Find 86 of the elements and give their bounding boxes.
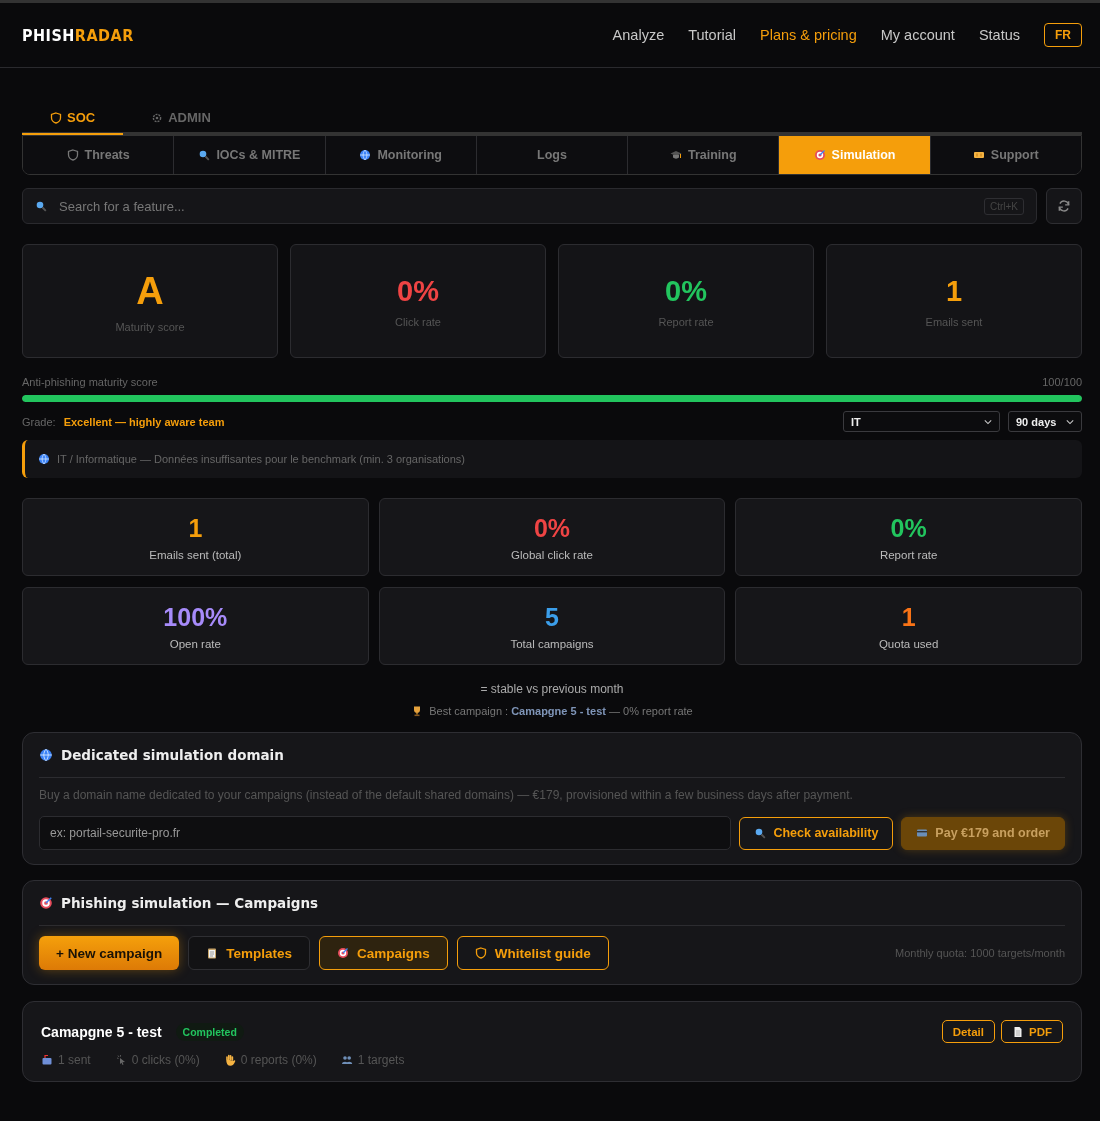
filter-dropdown[interactable]: IT xyxy=(843,411,1000,432)
panel-title: Dedicated simulation domain xyxy=(61,747,284,763)
shield-icon xyxy=(66,149,79,161)
search-icon xyxy=(198,149,211,161)
score-label: Report rate xyxy=(658,315,714,328)
refresh-icon xyxy=(1057,199,1071,213)
globe-icon xyxy=(38,453,50,465)
campaign-card-button[interactable]: PDF xyxy=(1001,1020,1063,1043)
campaign-action-button[interactable]: + New campaign xyxy=(39,936,180,970)
refresh-button[interactable] xyxy=(1046,188,1082,224)
grade-label: Grade: xyxy=(22,415,56,428)
stat-value: 1 xyxy=(188,513,203,543)
domain-input[interactable]: ex: portail-securite-pro.fr xyxy=(39,816,732,850)
logo[interactable]: PHISHRADAR xyxy=(22,25,134,45)
stat-label: Open rate xyxy=(169,637,221,650)
benchmark-text: IT / Informatique — Données insuffisantes pour le benchmark (min. 3 organisations) xyxy=(57,453,466,465)
stat-value: 0% xyxy=(890,513,927,543)
stat-label: Total campaigns xyxy=(510,637,594,650)
stat-value: 0% xyxy=(533,513,571,543)
document-icon xyxy=(1012,1025,1024,1038)
graduation-cap-icon xyxy=(669,149,682,161)
domain-description: Buy a domain name dedicated to your campaigns (instead of the default shared domains) — €179, provisioned within a few business days after payment. xyxy=(39,788,854,802)
campaign-card-button[interactable]: Detail xyxy=(941,1020,995,1043)
clipboard-icon xyxy=(206,947,219,959)
module-tab[interactable]: Training xyxy=(628,136,780,174)
mailbox-icon xyxy=(41,1054,53,1066)
search-icon xyxy=(754,827,767,839)
ticket-icon xyxy=(972,149,985,161)
quota-text: Monthly quota: 1000 targets/month xyxy=(895,947,1065,959)
campaign-action-button[interactable]: Whitelist guide xyxy=(456,936,609,970)
order-button[interactable]: Pay €179 and order xyxy=(901,816,1065,850)
target-icon xyxy=(813,149,826,161)
stat-label: Emails sent (total) xyxy=(149,548,242,561)
campaign-name: Camapgne 5 - test xyxy=(41,1023,162,1040)
score-label: Click rate xyxy=(395,315,441,328)
module-tab[interactable]: Monitoring xyxy=(325,136,477,174)
stat-label: Global click rate xyxy=(511,548,593,561)
campaign-metric: 0 clicks (0%) xyxy=(131,1053,200,1067)
chevron-down-icon xyxy=(1066,418,1074,425)
stat-label: Report rate xyxy=(879,548,938,561)
stat-label: Quota used xyxy=(878,637,939,650)
campaign-metric: 1 sent xyxy=(58,1053,91,1067)
score-value: A xyxy=(136,269,164,313)
nav-link[interactable]: Tutorial xyxy=(688,27,736,43)
search-icon xyxy=(35,200,47,212)
module-tab[interactable]: Logs xyxy=(476,136,629,174)
trend-text: = stable vs previous month xyxy=(479,682,625,696)
shield-icon xyxy=(50,111,62,124)
globe-icon xyxy=(359,149,372,161)
best-campaign-text: Best campaign : Camapgne 5 - test — 0% report rate xyxy=(429,705,693,717)
stat-value: 100% xyxy=(163,602,228,632)
click-icon xyxy=(114,1054,127,1066)
score-label: Emails sent xyxy=(925,315,983,328)
globe-icon xyxy=(39,748,53,762)
score-value: 0% xyxy=(397,274,439,308)
panel-title: Phishing simulation — Campaigns xyxy=(61,895,319,911)
campaign-action-button[interactable]: Campaigns xyxy=(318,936,448,970)
target-icon xyxy=(336,947,349,959)
module-tab[interactable]: Support xyxy=(930,136,1081,174)
nav-link[interactable]: Plans & pricing xyxy=(760,27,857,43)
status-badge: Completed xyxy=(175,1022,244,1041)
search-input[interactable]: Search for a feature... xyxy=(57,197,974,215)
maturity-reading: 100/100 xyxy=(1042,376,1082,388)
module-tab[interactable]: Threats xyxy=(23,136,175,174)
grade-value: Excellent — highly aware team xyxy=(63,415,225,428)
language-button[interactable]: FR xyxy=(1044,23,1082,47)
campaign-metric: 0 reports (0%) xyxy=(240,1053,317,1067)
nav-link[interactable]: Analyze xyxy=(612,27,665,43)
credit-card-icon xyxy=(916,827,929,839)
nav-link[interactable]: My account xyxy=(880,27,955,43)
campaign-action-button[interactable]: Templates xyxy=(188,936,310,970)
chevron-down-icon xyxy=(984,418,992,425)
score-label: Maturity score xyxy=(115,320,185,333)
raised-hand-icon xyxy=(223,1054,236,1066)
nav-link[interactable]: Status xyxy=(978,27,1020,43)
maturity-label: Anti-phishing maturity score xyxy=(22,376,158,388)
stat-value: 1 xyxy=(901,602,916,632)
module-tab[interactable]: IOCs & MITRE xyxy=(174,136,326,174)
score-value: 1 xyxy=(945,274,963,308)
shield-icon xyxy=(474,947,487,959)
score-value: 0% xyxy=(665,274,707,308)
filter-dropdown[interactable]: 90 days xyxy=(1008,411,1082,432)
target-icon xyxy=(39,896,53,910)
campaign-metric: 1 targets xyxy=(357,1053,405,1067)
stat-value: 5 xyxy=(545,602,559,632)
check-availability-button[interactable]: Check availability xyxy=(739,816,894,850)
